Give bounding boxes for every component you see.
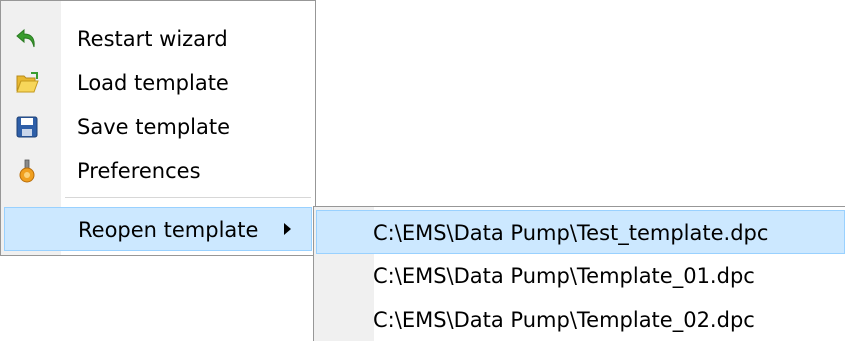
menu-item-restart-wizard[interactable]: Restart wizard	[4, 17, 312, 61]
restart-arrow-icon	[15, 27, 39, 51]
menu-item-save-template[interactable]: Save template	[4, 105, 312, 149]
preferences-icon	[15, 159, 39, 183]
menu-item-reopen-template[interactable]: Reopen template	[4, 207, 312, 251]
recent-template-item[interactable]: C:\EMS\Data Pump\Test_template.dpc	[316, 210, 845, 254]
menu-item-label: Load template	[77, 71, 229, 95]
recent-template-label: C:\EMS\Data Pump\Test_template.dpc	[373, 221, 769, 245]
open-folder-icon	[15, 71, 39, 95]
submenu-arrow-icon	[284, 223, 291, 235]
recent-template-item[interactable]: C:\EMS\Data Pump\Template_02.dpc	[317, 298, 842, 342]
floppy-disk-icon	[15, 115, 39, 139]
context-menu: Restart wizard Load template Save templa…	[0, 0, 316, 256]
recent-template-item[interactable]: C:\EMS\Data Pump\Template_01.dpc	[317, 254, 842, 298]
menu-item-label: Save template	[77, 115, 231, 139]
recent-template-label: C:\EMS\Data Pump\Template_01.dpc	[373, 264, 755, 288]
menu-separator	[65, 197, 311, 198]
menu-item-label: Preferences	[77, 159, 201, 183]
menu-item-preferences[interactable]: Preferences	[4, 149, 312, 193]
menu-item-label: Reopen template	[78, 218, 259, 242]
menu-item-label: Restart wizard	[77, 27, 228, 51]
recent-template-label: C:\EMS\Data Pump\Template_02.dpc	[373, 308, 755, 332]
reopen-template-submenu: C:\EMS\Data Pump\Test_template.dpc C:\EM…	[313, 206, 845, 341]
menu-item-load-template[interactable]: Load template	[4, 61, 312, 105]
